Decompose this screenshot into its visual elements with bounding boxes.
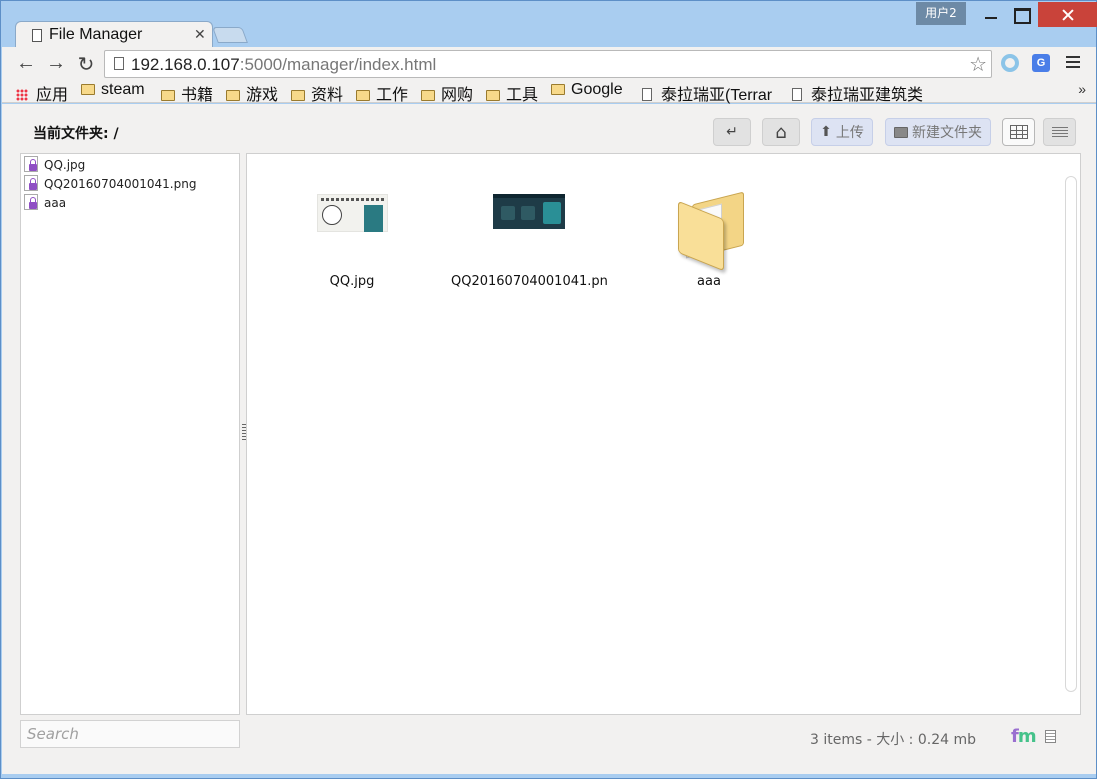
status-summary: 3 items - 大小 : 0.24 mb [810, 732, 976, 748]
image-thumbnail [317, 194, 388, 232]
maximize-button[interactable] [1006, 2, 1036, 27]
current-folder-label: 当前文件夹: / [33, 126, 119, 142]
list-icon [1051, 126, 1068, 138]
browser-window: 用户2 File Manager ✕ ← → ↻ 192.168.0.107:5… [0, 0, 1097, 779]
bookmark-apps[interactable]: 应用 [16, 81, 68, 105]
new-folder-button[interactable]: 新建文件夹 [885, 118, 991, 146]
bookmarks-bar: 应用 steam 书籍 游戏 资料 工作 网购 工具 Google 泰拉瑞亚(T… [2, 79, 1096, 105]
bookmark-materials[interactable]: 资料 [291, 81, 343, 105]
file-grid: QQ.jpg QQ20160704001041.png aaa [246, 153, 1081, 715]
home-icon: ⌂ [775, 121, 787, 143]
upload-button[interactable]: ⬆ 上传 [811, 118, 873, 146]
tab-title: File Manager [49, 26, 143, 43]
forward-arrow-icon[interactable]: → [44, 52, 68, 75]
folder-icon [894, 126, 908, 138]
menu-icon[interactable] [1066, 56, 1080, 68]
folder-name: aaa [697, 274, 721, 289]
document-icon [1045, 730, 1056, 743]
url-text[interactable]: 192.168.0.107:5000/manager/index.html [131, 55, 436, 75]
bookmark-tools[interactable]: 工具 [486, 81, 538, 105]
tab-file-manager[interactable]: File Manager ✕ [15, 21, 213, 48]
upload-icon: ⬆ [820, 124, 832, 140]
page-icon [792, 88, 802, 101]
folder-icon [674, 190, 746, 272]
fm-logo: fm [1011, 726, 1037, 747]
tree-item-qq-png[interactable]: QQ20160704001041.png [24, 175, 196, 193]
apps-icon [16, 89, 28, 101]
go-back-button[interactable]: ↵ [713, 118, 751, 146]
tree-item-aaa[interactable]: aaa [24, 194, 66, 212]
bookmark-shopping[interactable]: 网购 [421, 81, 473, 105]
reload-icon[interactable]: ↻ [74, 52, 98, 77]
file-name: QQ.jpg [329, 274, 375, 289]
list-view-button[interactable] [1043, 118, 1076, 146]
grid-view-button[interactable] [1002, 118, 1035, 146]
folder-icon [421, 90, 435, 101]
upload-label: 上传 [835, 125, 864, 141]
url-host: 192.168.0.107 [131, 55, 240, 74]
locked-file-icon [24, 156, 38, 172]
image-thumbnail [493, 194, 565, 229]
folder-icon [356, 90, 370, 101]
bookmark-star-icon[interactable]: ☆ [969, 52, 987, 77]
title-bar: 用户2 File Manager ✕ [1, 1, 1097, 48]
user-badge[interactable]: 用户2 [916, 2, 966, 25]
file-name: QQ20160704001041.png [451, 274, 607, 289]
folder-icon [81, 84, 95, 95]
file-manager-page: 当前文件夹: / ↵ ⌂ ⬆ 上传 新建文件夹 QQ.jpg QQ20160704… [2, 104, 1096, 774]
locked-file-icon [24, 194, 38, 210]
folder-icon [486, 90, 500, 101]
back-arrow-icon[interactable]: ← [14, 52, 38, 75]
bookmark-terraria[interactable]: 泰拉瑞亚(Terrar [642, 81, 777, 105]
minimize-button[interactable] [976, 2, 1006, 27]
address-bar[interactable]: 192.168.0.107:5000/manager/index.html ☆ [104, 50, 992, 78]
page-icon [642, 88, 652, 101]
browser-toolbar: ← → ↻ 192.168.0.107:5000/manager/index.h… [2, 47, 1096, 79]
close-window-button[interactable] [1038, 2, 1097, 27]
bookmark-terraria-building[interactable]: 泰拉瑞亚建筑类 [792, 81, 927, 105]
folder-icon [291, 90, 305, 101]
search-input[interactable] [20, 720, 240, 748]
scrollbar[interactable] [1065, 176, 1077, 692]
folder-icon [161, 90, 175, 101]
file-tree: QQ.jpg QQ20160704001041.png aaa [20, 153, 240, 715]
bookmark-games[interactable]: 游戏 [226, 81, 278, 105]
extension-circle-icon[interactable] [1001, 54, 1019, 72]
bookmark-work[interactable]: 工作 [356, 81, 408, 105]
bookmark-google[interactable]: Google [551, 81, 623, 99]
bookmark-steam[interactable]: steam [81, 81, 145, 99]
url-path: :5000/manager/index.html [239, 55, 437, 74]
translate-icon[interactable]: G [1032, 54, 1050, 72]
new-folder-label: 新建文件夹 [912, 125, 982, 141]
page-icon [32, 29, 42, 42]
tree-item-qq-jpg[interactable]: QQ.jpg [24, 156, 85, 174]
bookmark-books[interactable]: 书籍 [161, 81, 213, 105]
folder-icon [551, 84, 565, 95]
bookmarks-overflow-icon[interactable]: » [1078, 81, 1086, 97]
folder-icon [226, 90, 240, 101]
tab-close-icon[interactable]: ✕ [194, 26, 206, 43]
page-icon [114, 57, 124, 70]
locked-file-icon [24, 175, 38, 191]
new-tab-button[interactable] [212, 27, 248, 43]
grid-icon [1009, 125, 1028, 139]
home-button[interactable]: ⌂ [762, 118, 800, 146]
return-arrow-icon: ↵ [726, 124, 738, 140]
